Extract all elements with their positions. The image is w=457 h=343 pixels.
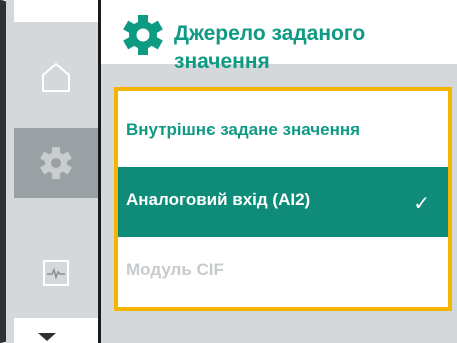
nav-item-monitor[interactable]	[14, 238, 98, 308]
list-item-internal-setpoint[interactable]: Внутрішнє задане значення	[118, 119, 448, 167]
gear-icon	[123, 15, 163, 55]
option-list: Внутрішнє задане значення Аналоговий вхі…	[114, 87, 452, 311]
list-item-cif-module: Модуль CIF	[118, 259, 448, 289]
nav-item-settings[interactable]	[14, 128, 98, 198]
rail-bottom-area	[14, 318, 98, 343]
rail-top-area	[14, 0, 98, 22]
list-item-analog-input[interactable]: Аналоговий вхід (AI2) ✓	[118, 167, 448, 237]
option-label: Внутрішнє задане значення	[126, 120, 361, 139]
option-label: Аналоговий вхід (AI2)	[126, 190, 311, 209]
page-title: Джерело заданого значення	[174, 22, 366, 73]
gear-icon	[40, 147, 72, 179]
scroll-down-icon[interactable]	[38, 333, 56, 341]
home-icon	[42, 62, 70, 92]
option-label: Модуль CIF	[126, 260, 224, 279]
nav-item-home[interactable]	[14, 42, 98, 112]
checkmark-icon: ✓	[413, 193, 430, 215]
pulse-monitor-icon	[43, 260, 69, 286]
